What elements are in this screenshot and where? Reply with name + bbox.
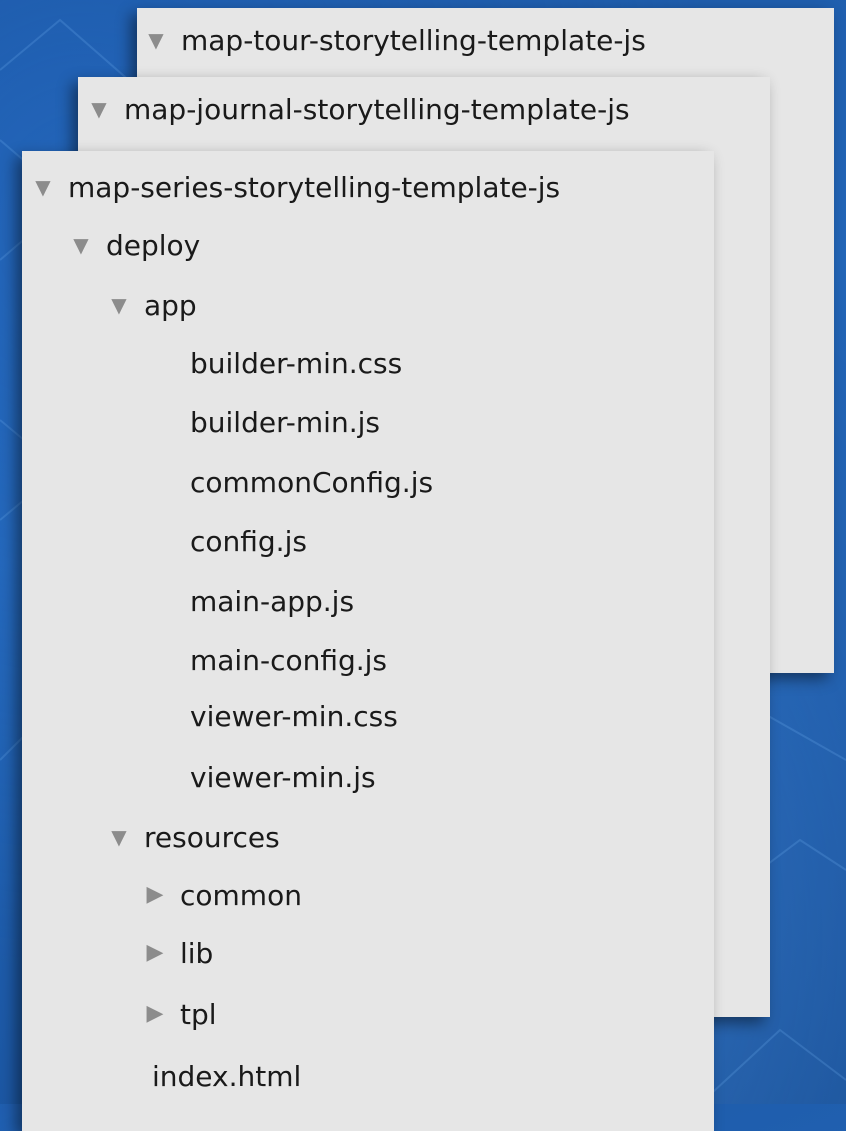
triangle-down-icon[interactable]: ▼ — [88, 89, 110, 129]
tree-row-tpl[interactable]: ▶ tpl — [144, 994, 714, 1034]
triangle-right-icon[interactable]: ▶ — [144, 994, 166, 1034]
file-label: builder-min.css — [190, 346, 403, 380]
file-label: builder-min.js — [190, 405, 380, 439]
file-row[interactable]: builder-min.js — [190, 402, 714, 442]
file-row[interactable]: main-app.js — [190, 581, 714, 621]
folder-label-resources: resources — [144, 820, 280, 854]
file-label: main-app.js — [190, 584, 355, 618]
tree-row-map-tour[interactable]: ▼ map-tour-storytelling-template-js — [145, 20, 834, 60]
triangle-down-icon[interactable]: ▼ — [108, 817, 130, 857]
triangle-down-icon[interactable]: ▼ — [108, 285, 130, 325]
folder-label-map-series: map-series-storytelling-template-js — [68, 170, 561, 204]
tree-row-deploy[interactable]: ▼ deploy — [70, 225, 714, 265]
folder-label-common: common — [180, 878, 302, 912]
file-row[interactable]: viewer-min.css — [190, 696, 714, 736]
tree-row-lib[interactable]: ▶ lib — [144, 933, 714, 973]
file-row[interactable]: main-config.js — [190, 640, 714, 680]
file-label: viewer-min.css — [190, 699, 398, 733]
file-row[interactable]: builder-min.css — [190, 343, 714, 383]
file-label: viewer-min.js — [190, 760, 376, 794]
file-row-index[interactable]: index.html — [152, 1056, 714, 1096]
file-row[interactable]: config.js — [190, 521, 714, 561]
file-label: config.js — [190, 524, 307, 558]
tree-row-common[interactable]: ▶ common — [144, 875, 714, 915]
triangle-down-icon[interactable]: ▼ — [145, 20, 167, 60]
file-row[interactable]: commonConfig.js — [190, 462, 714, 502]
triangle-down-icon[interactable]: ▼ — [70, 225, 92, 265]
file-row[interactable]: viewer-min.js — [190, 757, 714, 797]
folder-label-map-tour: map-tour-storytelling-template-js — [181, 23, 646, 57]
tree-row-resources[interactable]: ▼ resources — [108, 817, 714, 857]
folder-label-map-journal: map-journal-storytelling-template-js — [124, 92, 630, 126]
folder-label-deploy: deploy — [106, 228, 201, 262]
tree-row-map-journal[interactable]: ▼ map-journal-storytelling-template-js — [88, 89, 770, 129]
triangle-right-icon[interactable]: ▶ — [144, 933, 166, 973]
file-label-index: index.html — [152, 1059, 302, 1093]
triangle-right-icon[interactable]: ▶ — [144, 875, 166, 915]
file-label: commonConfig.js — [190, 465, 434, 499]
tree-row-map-series[interactable]: ▼ map-series-storytelling-template-js — [32, 167, 714, 207]
folder-label-app: app — [144, 288, 197, 322]
folder-panel-map-series[interactable]: ▼ map-series-storytelling-template-js ▼ … — [22, 151, 714, 1131]
triangle-down-icon[interactable]: ▼ — [32, 167, 54, 207]
folder-label-lib: lib — [180, 936, 214, 970]
file-label: main-config.js — [190, 643, 388, 677]
folder-label-tpl: tpl — [180, 997, 217, 1031]
tree-row-app[interactable]: ▼ app — [108, 285, 714, 325]
